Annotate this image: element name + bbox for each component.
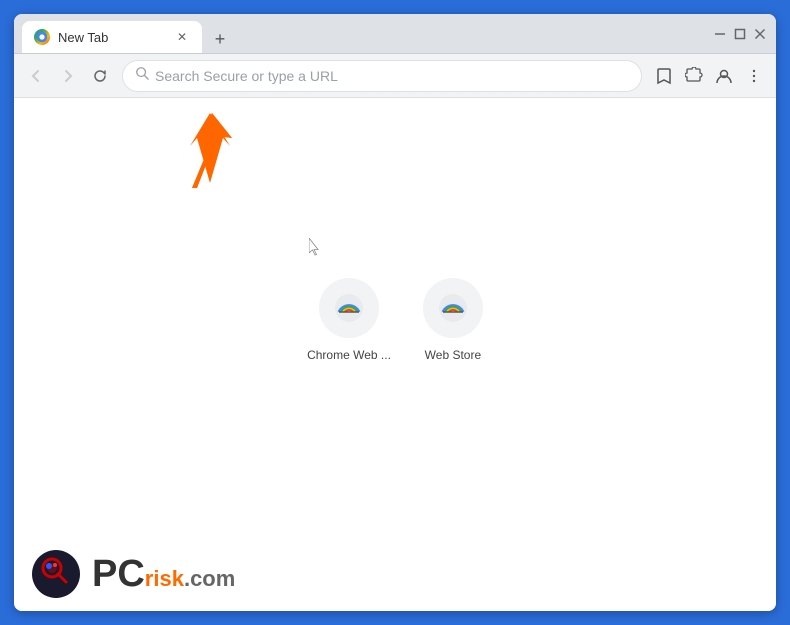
window-controls [712,26,768,42]
forward-button[interactable] [54,62,82,90]
bookmark-button[interactable] [650,62,678,90]
back-button[interactable] [22,62,50,90]
watermark-domain: .com [184,568,235,590]
address-bar[interactable]: Search Secure or type a URL [122,60,642,92]
shortcut-web-store[interactable]: Web Store [423,278,483,362]
reload-button[interactable] [86,62,114,90]
tab-title: New Tab [58,30,166,45]
watermark-logo [30,548,82,600]
title-bar: New Tab ✕ + [14,14,776,54]
active-tab[interactable]: New Tab ✕ [22,21,202,53]
maximize-button[interactable] [732,26,748,42]
tab-close-button[interactable]: ✕ [174,29,190,45]
minimize-button[interactable] [712,26,728,42]
address-placeholder: Search Secure or type a URL [155,68,629,84]
shortcut-label-web-store: Web Store [425,348,481,362]
watermark-risk: risk [145,568,184,590]
tab-favicon [34,29,50,45]
toolbar: Search Secure or type a URL [14,54,776,98]
page-content: Chrome Web ... Web Store [14,98,776,611]
browser-window: New Tab ✕ + [14,14,776,611]
search-icon [135,66,149,85]
shortcuts-area: Chrome Web ... Web Store [307,278,483,362]
shortcut-label-chrome-web: Chrome Web ... [307,348,391,362]
profile-button[interactable] [710,62,738,90]
extensions-button[interactable] [680,62,708,90]
shortcut-chrome-web[interactable]: Chrome Web ... [307,278,391,362]
watermark-text: PC risk .com [92,555,235,593]
new-tab-button[interactable]: + [206,25,234,53]
watermark: PC risk .com [14,536,254,611]
shortcut-icon-chrome-web [319,278,379,338]
toolbar-right [650,62,768,90]
close-button[interactable] [752,26,768,42]
cursor [309,238,321,256]
menu-button[interactable] [740,62,768,90]
shortcut-icon-web-store [423,278,483,338]
tab-area: New Tab ✕ + [22,14,704,53]
watermark-pc: PC [92,555,145,593]
arrow-annotation [182,108,242,188]
